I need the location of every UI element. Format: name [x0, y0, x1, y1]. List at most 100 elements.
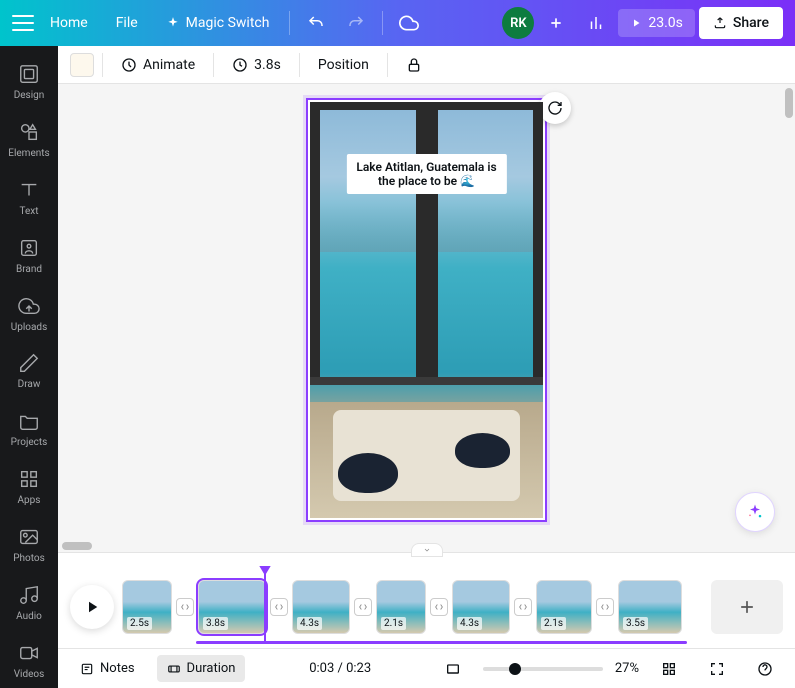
home-button[interactable]: Home — [38, 7, 100, 39]
animate-button[interactable]: Animate — [111, 51, 205, 79]
clock-icon — [232, 57, 248, 73]
undo-button[interactable] — [298, 5, 334, 41]
workspace: Animate 3.8s Position — [58, 46, 795, 688]
sidebar-item-design[interactable]: Design — [0, 54, 58, 110]
sidebar-item-text[interactable]: Text — [0, 170, 58, 226]
background-color-swatch[interactable] — [70, 53, 94, 77]
timeline-progress-bar — [196, 641, 687, 644]
redo-icon — [347, 14, 365, 32]
avatar[interactable]: RK — [502, 7, 534, 39]
sidebar-item-label: Videos — [14, 669, 45, 680]
transition-button[interactable] — [514, 598, 532, 616]
sidebar-item-apps[interactable]: Apps — [0, 459, 58, 515]
sparkle-icon — [745, 502, 765, 522]
clips-track[interactable]: 2.5s 3.8s 4.3s 2.1s 4.3s 2.1s 3.5s — [122, 580, 703, 634]
clip-duration-label: 4.3s — [297, 617, 322, 630]
design-icon — [18, 63, 40, 85]
footer: Notes Duration 0:03 / 0:23 27% — [58, 648, 795, 688]
timeline-collapse-button[interactable] — [411, 543, 443, 557]
sidebar: Design Elements Text Brand Uploads Draw … — [0, 46, 58, 688]
divider — [382, 11, 383, 35]
playhead[interactable] — [264, 572, 266, 642]
fullscreen-icon — [709, 661, 725, 677]
sidebar-item-label: Photos — [13, 553, 45, 564]
projects-icon — [18, 410, 40, 432]
sparkle-icon — [166, 16, 180, 30]
divider — [102, 53, 103, 77]
sidebar-item-photos[interactable]: Photos — [0, 517, 58, 573]
sidebar-item-projects[interactable]: Projects — [0, 401, 58, 457]
analytics-button[interactable] — [578, 5, 614, 41]
photos-icon — [18, 526, 40, 548]
upload-icon — [713, 16, 727, 30]
zoom-level: 27% — [615, 661, 639, 676]
vertical-scrollbar[interactable] — [783, 84, 795, 552]
videos-icon — [18, 642, 40, 664]
add-member-button[interactable] — [538, 5, 574, 41]
grid-icon — [661, 661, 677, 677]
rotate-button[interactable] — [539, 92, 571, 124]
magic-switch-button[interactable]: Magic Switch — [154, 7, 282, 39]
clip-7[interactable]: 3.5s — [618, 580, 682, 634]
apps-icon — [18, 468, 40, 490]
animate-icon — [121, 57, 137, 73]
transition-button[interactable] — [430, 598, 448, 616]
share-button[interactable]: Share — [699, 7, 783, 39]
position-button[interactable]: Position — [308, 51, 379, 79]
clip-4[interactable]: 2.1s — [376, 580, 426, 634]
view-mode-button[interactable] — [435, 655, 471, 683]
rotate-icon — [547, 100, 563, 116]
duration-toggle-button[interactable]: Duration — [157, 655, 246, 682]
plus-icon — [737, 597, 757, 617]
clip-1[interactable]: 2.5s — [122, 580, 172, 634]
transition-button[interactable] — [176, 598, 194, 616]
sidebar-item-uploads[interactable]: Uploads — [0, 285, 58, 341]
cloud-sync-button[interactable] — [391, 5, 427, 41]
sidebar-item-elements[interactable]: Elements — [0, 112, 58, 168]
timeline-play-button[interactable] — [70, 585, 114, 629]
clip-3[interactable]: 4.3s — [292, 580, 350, 634]
add-page-button[interactable] — [711, 580, 783, 634]
grid-view-button[interactable] — [651, 655, 687, 683]
help-button[interactable] — [747, 655, 783, 683]
notes-button[interactable]: Notes — [70, 655, 145, 682]
clip-2[interactable]: 3.8s — [198, 580, 266, 634]
menu-icon[interactable] — [12, 15, 34, 31]
sidebar-item-brand[interactable]: Brand — [0, 227, 58, 283]
zoom-slider[interactable] — [483, 667, 603, 671]
lock-icon — [406, 57, 422, 73]
bar-chart-icon — [587, 14, 605, 32]
clip-5[interactable]: 4.3s — [452, 580, 510, 634]
sidebar-item-label: Design — [14, 90, 45, 101]
caption-text[interactable]: Lake Atitlan, Guatemala is the place to … — [346, 154, 506, 194]
sidebar-item-videos[interactable]: Videos — [0, 632, 58, 688]
duration-icon — [167, 662, 181, 676]
transition-button[interactable] — [270, 598, 288, 616]
duration-button[interactable]: 3.8s — [222, 51, 291, 79]
clip-6[interactable]: 2.1s — [536, 580, 592, 634]
lock-button[interactable] — [396, 51, 432, 79]
sidebar-item-label: Text — [19, 206, 38, 217]
canvas-area[interactable]: Lake Atitlan, Guatemala is the place to … — [58, 84, 795, 552]
sidebar-item-audio[interactable]: Audio — [0, 574, 58, 630]
top-bar: Home File Magic Switch RK 23.0s Share — [0, 0, 795, 46]
fullscreen-button[interactable] — [699, 655, 735, 683]
sidebar-item-label: Draw — [18, 379, 41, 390]
help-icon — [757, 661, 773, 677]
sidebar-item-label: Projects — [11, 437, 48, 448]
redo-button[interactable] — [338, 5, 374, 41]
ai-assistant-button[interactable] — [735, 492, 775, 532]
clip-duration-label: 3.8s — [203, 617, 228, 630]
file-button[interactable]: File — [104, 7, 150, 39]
preview-button[interactable]: 23.0s — [618, 9, 695, 37]
cloud-icon — [399, 13, 419, 33]
artboard[interactable]: Lake Atitlan, Guatemala is the place to … — [308, 100, 545, 520]
sidebar-item-label: Apps — [18, 495, 41, 506]
divider — [213, 53, 214, 77]
transition-button[interactable] — [596, 598, 614, 616]
uploads-icon — [18, 295, 40, 317]
sidebar-item-draw[interactable]: Draw — [0, 343, 58, 399]
transition-button[interactable] — [354, 598, 372, 616]
text-icon — [18, 179, 40, 201]
clip-duration-label: 2.1s — [541, 617, 566, 630]
